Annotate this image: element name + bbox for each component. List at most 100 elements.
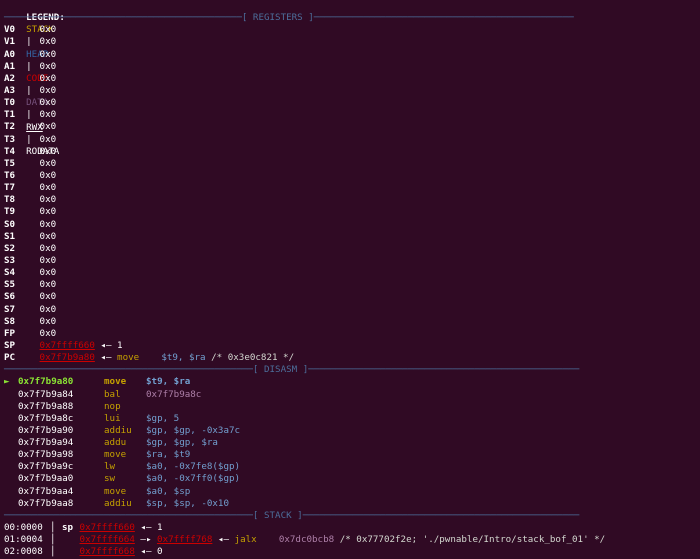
register-row: T0 0x0 xyxy=(4,97,700,109)
instruction-mnemonic: move xyxy=(104,376,127,388)
register-value: 0x0 xyxy=(39,206,57,218)
arrow-left-icon: ◂— xyxy=(217,534,229,546)
register-name: SP xyxy=(4,339,16,351)
register-row: T2 0x0 xyxy=(4,121,700,133)
disasm-row[interactable]: 0x7f7b9a94 addu $gp, $gp, $ra xyxy=(4,437,700,449)
register-name: T3 xyxy=(4,133,16,145)
instruction-address: 0x7f7b9aa0 xyxy=(18,473,74,485)
register-row: A0 0x0 xyxy=(4,49,700,61)
register-value: 0x0 xyxy=(39,145,57,157)
instruction-address: 0x7f7b9a88 xyxy=(18,400,74,412)
stack-jump-target: 0x7dc0bcb8 xyxy=(278,534,335,546)
stack-offset: 01:0004 xyxy=(4,534,43,546)
disasm-row[interactable]: 0x7f7b9a98 move $ra, $t9 xyxy=(4,449,700,461)
register-name: FP xyxy=(4,327,16,339)
register-name: S3 xyxy=(4,254,16,266)
stack-row[interactable]: 00:0000 │ sp 0x7ffff660 ◂— 1 xyxy=(4,522,700,534)
disasm-row[interactable]: 0x7f7b9aa0 sw $a0, -0x7ff0($gp) xyxy=(4,473,700,485)
register-value: 0x0 xyxy=(39,194,57,206)
register-value: 0x0 xyxy=(39,24,57,36)
instruction-mnemonic: move xyxy=(104,449,127,461)
instruction-operands: 0x7f7b9a8c xyxy=(146,388,202,400)
register-value: 0x0 xyxy=(39,133,57,145)
register-value: 0x0 xyxy=(39,84,57,96)
instruction-address: 0x7f7b9a80 xyxy=(18,376,74,388)
stack-comment: /* 0x77702f2e; './pwnable/Intro/stack_bo… xyxy=(339,534,606,546)
disasm-row[interactable]: 0x7f7b9a8c lui $gp, 5 xyxy=(4,413,700,425)
instruction-mnemonic: sw xyxy=(104,473,116,485)
register-row: A2 0x0 xyxy=(4,73,700,85)
register-name: S5 xyxy=(4,279,16,291)
instruction-operands: $a0, -0x7ff0($gp) xyxy=(146,473,241,485)
register-name: V1 xyxy=(4,36,16,48)
register-name: S4 xyxy=(4,267,16,279)
instruction-address: 0x7f7b9a8c xyxy=(18,412,74,424)
instruction-operands: $gp, $gp, $ra xyxy=(146,437,218,449)
instruction-address: 0x7f7b9aa4 xyxy=(18,485,74,497)
register-value: 0x0 xyxy=(39,315,57,327)
register-value: 0x0 xyxy=(39,182,57,194)
disasm-row[interactable]: ► 0x7f7b9a80 move $t9, $ra xyxy=(4,376,700,388)
register-row: S2 0x0 xyxy=(4,243,700,255)
stack-row[interactable]: 01:0004 │ 0x7ffff664 —▸ 0x7ffff768 ◂— jalx… xyxy=(4,534,700,546)
disasm-row[interactable]: 0x7f7b9a9c lw $a0, -0x7fe8($gp) xyxy=(4,461,700,473)
register-value: 0x0 xyxy=(39,242,57,254)
disasm-row[interactable]: 0x7f7b9aa8 addiu $sp, $sp, -0x10 xyxy=(4,498,700,510)
register-row-pc: PC 0x7f7b9a80 ◂— move $t9, $ra /* 0x3e0c… xyxy=(4,352,700,364)
register-name: S1 xyxy=(4,230,16,242)
disasm-row[interactable]: 0x7f7b9a84 bal 0x7f7b9a8c xyxy=(4,389,700,401)
register-row: V0 0x0 xyxy=(4,24,700,36)
register-row: T5 0x0 xyxy=(4,158,700,170)
disasm-row[interactable]: 0x7f7b9aa4 move $a0, $sp xyxy=(4,486,700,498)
pc-address[interactable]: 0x7f7b9a80 xyxy=(40,352,95,363)
disasm-row[interactable]: 0x7f7b9a88 nop xyxy=(4,401,700,413)
stack-address[interactable]: 0x7ffff660 xyxy=(80,522,135,533)
stack-address[interactable]: 0x7ffff668 xyxy=(80,546,135,557)
register-row-sp: SP 0x7ffff660 ◂— 1 xyxy=(4,340,700,352)
stack-section-title: [ STACK ] xyxy=(252,509,303,521)
legend-line: LEGEND: STACK | HEAP | CODE | DATA | RWX… xyxy=(4,0,700,157)
register-name: PC xyxy=(4,352,16,364)
register-value: 0x0 xyxy=(39,72,57,84)
instruction-mnemonic: nop xyxy=(104,400,121,412)
register-row: V1 0x0 xyxy=(4,36,700,48)
instruction-address: 0x7f7b9a9c xyxy=(18,461,74,473)
register-value: 0x0 xyxy=(39,230,57,242)
disasm-section-title: [ DISASM ] xyxy=(252,364,309,376)
register-name: A3 xyxy=(4,84,16,96)
disasm-row[interactable]: 0x7f7b9a90 addiu $gp, $gp, -0x3a7c xyxy=(4,425,700,437)
register-row: S6 0x0 xyxy=(4,291,700,303)
disasm-panel: ► 0x7f7b9a80 move $t9, $ra 0x7f7b9a84 bal 0x7f… xyxy=(4,376,700,510)
stack-offset: 02:0008 xyxy=(4,546,43,558)
sp-address[interactable]: 0x7ffff660 xyxy=(40,340,95,351)
register-name: A2 xyxy=(4,72,16,84)
register-row: A1 0x0 xyxy=(4,61,700,73)
stack-address[interactable]: 0x7ffff664 xyxy=(80,534,135,545)
instruction-address: 0x7f7b9aa8 xyxy=(18,497,74,509)
register-name: V0 xyxy=(4,24,16,36)
register-name: A0 xyxy=(4,48,16,60)
stack-register: sp xyxy=(62,522,74,534)
stack-separator: ────────────────────────────────────────… xyxy=(4,509,580,521)
registers-separator: ────────────────────────────────────────… xyxy=(4,12,574,24)
terminal-window[interactable]: LEGEND: STACK | HEAP | CODE | DATA | RWX… xyxy=(0,0,700,559)
register-row: A3 0x0 xyxy=(4,85,700,97)
register-name: T4 xyxy=(4,145,16,157)
instruction-address: 0x7f7b9a98 xyxy=(18,449,74,461)
register-value: 0x0 xyxy=(39,157,57,169)
register-name: A1 xyxy=(4,60,16,72)
stack-mnemonic: jalx xyxy=(234,534,257,546)
register-row: T4 0x0 xyxy=(4,146,700,158)
instruction-mnemonic: bal xyxy=(104,388,121,400)
stack-offset: 00:0000 xyxy=(4,522,43,534)
register-row: FP 0x0 xyxy=(4,328,700,340)
stack-row[interactable]: 02:0008 │ 0x7ffff668 ◂— 0 xyxy=(4,546,700,558)
pc-mnemonic: move xyxy=(117,352,140,364)
instruction-operands: $a0, $sp xyxy=(146,485,191,497)
register-row: T6 0x0 xyxy=(4,170,700,182)
instruction-mnemonic: addiu xyxy=(104,497,132,509)
register-name: T2 xyxy=(4,121,16,133)
register-value: 0x0 xyxy=(39,254,57,266)
disasm-separator: ────────────────────────────────────────… xyxy=(4,364,580,376)
stack-pointer-target[interactable]: 0x7ffff768 xyxy=(157,534,212,545)
